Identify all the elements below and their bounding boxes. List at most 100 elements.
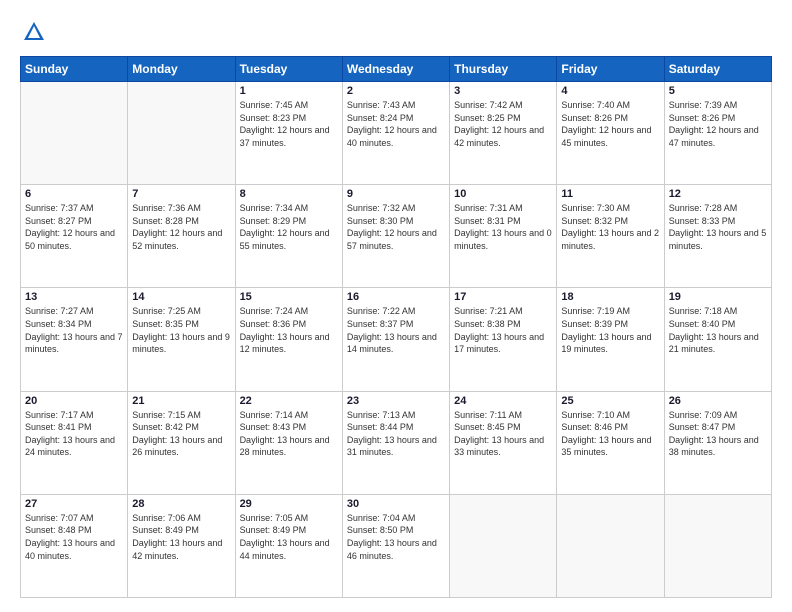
day-cell: 8Sunrise: 7:34 AM Sunset: 8:29 PM Daylig… (235, 185, 342, 288)
day-cell: 3 Sunrise: 7:42 AM Sunset: 8:25 PM Daylig… (450, 82, 557, 185)
day-cell: 20Sunrise: 7:17 AM Sunset: 8:41 PM Dayli… (21, 391, 128, 494)
day-number: 11 (561, 188, 659, 200)
day-cell: 19 Sunrise: 7:18 AM Sunset: 8:40 PM Dayli… (664, 288, 771, 391)
col-header-sunday: Sunday (21, 57, 128, 82)
day-cell: 16 Sunrise: 7:22 AM Sunset: 8:37 PM Dayli… (342, 288, 449, 391)
day-number: 23 (347, 395, 445, 407)
day-number: 24 (454, 395, 552, 407)
col-header-thursday: Thursday (450, 57, 557, 82)
day-info: Sunrise: 7:36 AM Sunset: 8:28 PM Dayligh… (132, 202, 230, 252)
day-number: 7 (132, 188, 230, 200)
day-number: 22 (240, 395, 338, 407)
day-cell: 25Sunrise: 7:10 AM Sunset: 8:46 PM Dayli… (557, 391, 664, 494)
logo-icon (20, 18, 48, 46)
day-cell: 1Sunrise: 7:45 AM Sunset: 8:23 PM Daylig… (235, 82, 342, 185)
header (20, 18, 772, 46)
day-number: 12 (669, 188, 767, 200)
day-info: Sunrise: 7:31 AM Sunset: 8:31 PM Dayligh… (454, 202, 552, 252)
day-cell: 11Sunrise: 7:30 AM Sunset: 8:32 PM Dayli… (557, 185, 664, 288)
week-row-2: 13 Sunrise: 7:27 AM Sunset: 8:34 PM Dayli… (21, 288, 772, 391)
day-number: 9 (347, 188, 445, 200)
day-number: 2 (347, 85, 445, 97)
day-number: 15 (240, 291, 338, 303)
day-info: Sunrise: 7:18 AM Sunset: 8:40 PM Dayligh… (669, 305, 767, 355)
day-cell: 13 Sunrise: 7:27 AM Sunset: 8:34 PM Dayli… (21, 288, 128, 391)
day-cell (557, 494, 664, 597)
day-info: Sunrise: 7:42 AM Sunset: 8:25 PM Dayligh… (454, 99, 552, 149)
day-cell (21, 82, 128, 185)
day-cell: 21 Sunrise: 7:15 AM Sunset: 8:42 PM Dayli… (128, 391, 235, 494)
day-cell: 26Sunrise: 7:09 AM Sunset: 8:47 PM Dayli… (664, 391, 771, 494)
day-cell: 28 Sunrise: 7:06 AM Sunset: 8:49 PM Dayli… (128, 494, 235, 597)
col-header-tuesday: Tuesday (235, 57, 342, 82)
page: SundayMondayTuesdayWednesdayThursdayFrid… (0, 0, 792, 612)
day-info: Sunrise: 7:14 AM Sunset: 8:43 PM Dayligh… (240, 409, 338, 459)
day-info: Sunrise: 7:06 AM Sunset: 8:49 PM Dayligh… (132, 512, 230, 562)
day-number: 21 (132, 395, 230, 407)
week-row-3: 20Sunrise: 7:17 AM Sunset: 8:41 PM Dayli… (21, 391, 772, 494)
day-cell: 29 Sunrise: 7:05 AM Sunset: 8:49 PM Dayli… (235, 494, 342, 597)
day-info: Sunrise: 7:39 AM Sunset: 8:26 PM Dayligh… (669, 99, 767, 149)
day-cell: 27 Sunrise: 7:07 AM Sunset: 8:48 PM Dayli… (21, 494, 128, 597)
day-info: Sunrise: 7:32 AM Sunset: 8:30 PM Dayligh… (347, 202, 445, 252)
day-cell: 30 Sunrise: 7:04 AM Sunset: 8:50 PM Dayli… (342, 494, 449, 597)
day-cell (450, 494, 557, 597)
col-header-wednesday: Wednesday (342, 57, 449, 82)
day-info: Sunrise: 7:21 AM Sunset: 8:38 PM Dayligh… (454, 305, 552, 355)
day-info: Sunrise: 7:07 AM Sunset: 8:48 PM Dayligh… (25, 512, 123, 562)
day-number: 29 (240, 498, 338, 510)
day-cell: 22 Sunrise: 7:14 AM Sunset: 8:43 PM Dayli… (235, 391, 342, 494)
day-info: Sunrise: 7:04 AM Sunset: 8:50 PM Dayligh… (347, 512, 445, 562)
week-row-4: 27 Sunrise: 7:07 AM Sunset: 8:48 PM Dayli… (21, 494, 772, 597)
day-info: Sunrise: 7:19 AM Sunset: 8:39 PM Dayligh… (561, 305, 659, 355)
day-cell (128, 82, 235, 185)
day-info: Sunrise: 7:28 AM Sunset: 8:33 PM Dayligh… (669, 202, 767, 252)
day-cell: 9 Sunrise: 7:32 AM Sunset: 8:30 PM Daylig… (342, 185, 449, 288)
day-number: 16 (347, 291, 445, 303)
day-number: 17 (454, 291, 552, 303)
day-number: 27 (25, 498, 123, 510)
day-cell: 14 Sunrise: 7:25 AM Sunset: 8:35 PM Dayli… (128, 288, 235, 391)
day-info: Sunrise: 7:05 AM Sunset: 8:49 PM Dayligh… (240, 512, 338, 562)
week-row-1: 6 Sunrise: 7:37 AM Sunset: 8:27 PM Daylig… (21, 185, 772, 288)
day-info: Sunrise: 7:09 AM Sunset: 8:47 PM Dayligh… (669, 409, 767, 459)
day-cell: 12 Sunrise: 7:28 AM Sunset: 8:33 PM Dayli… (664, 185, 771, 288)
day-number: 14 (132, 291, 230, 303)
col-header-monday: Monday (128, 57, 235, 82)
day-number: 1 (240, 85, 338, 97)
day-number: 4 (561, 85, 659, 97)
logo (20, 18, 52, 46)
day-info: Sunrise: 7:15 AM Sunset: 8:42 PM Dayligh… (132, 409, 230, 459)
day-cell: 23 Sunrise: 7:13 AM Sunset: 8:44 PM Dayli… (342, 391, 449, 494)
day-number: 25 (561, 395, 659, 407)
day-info: Sunrise: 7:13 AM Sunset: 8:44 PM Dayligh… (347, 409, 445, 459)
col-header-friday: Friday (557, 57, 664, 82)
day-info: Sunrise: 7:22 AM Sunset: 8:37 PM Dayligh… (347, 305, 445, 355)
day-number: 10 (454, 188, 552, 200)
day-info: Sunrise: 7:27 AM Sunset: 8:34 PM Dayligh… (25, 305, 123, 355)
day-info: Sunrise: 7:43 AM Sunset: 8:24 PM Dayligh… (347, 99, 445, 149)
week-row-0: 1Sunrise: 7:45 AM Sunset: 8:23 PM Daylig… (21, 82, 772, 185)
day-number: 8 (240, 188, 338, 200)
day-cell: 10 Sunrise: 7:31 AM Sunset: 8:31 PM Dayli… (450, 185, 557, 288)
col-header-saturday: Saturday (664, 57, 771, 82)
day-info: Sunrise: 7:37 AM Sunset: 8:27 PM Dayligh… (25, 202, 123, 252)
day-cell: 17 Sunrise: 7:21 AM Sunset: 8:38 PM Dayli… (450, 288, 557, 391)
day-cell (664, 494, 771, 597)
day-info: Sunrise: 7:40 AM Sunset: 8:26 PM Dayligh… (561, 99, 659, 149)
day-number: 13 (25, 291, 123, 303)
day-cell: 24 Sunrise: 7:11 AM Sunset: 8:45 PM Dayli… (450, 391, 557, 494)
day-number: 19 (669, 291, 767, 303)
day-number: 28 (132, 498, 230, 510)
day-info: Sunrise: 7:25 AM Sunset: 8:35 PM Dayligh… (132, 305, 230, 355)
day-info: Sunrise: 7:11 AM Sunset: 8:45 PM Dayligh… (454, 409, 552, 459)
day-number: 5 (669, 85, 767, 97)
day-number: 3 (454, 85, 552, 97)
day-cell: 15Sunrise: 7:24 AM Sunset: 8:36 PM Dayli… (235, 288, 342, 391)
day-cell: 6 Sunrise: 7:37 AM Sunset: 8:27 PM Daylig… (21, 185, 128, 288)
day-cell: 5 Sunrise: 7:39 AM Sunset: 8:26 PM Daylig… (664, 82, 771, 185)
day-info: Sunrise: 7:17 AM Sunset: 8:41 PM Dayligh… (25, 409, 123, 459)
day-number: 6 (25, 188, 123, 200)
day-number: 30 (347, 498, 445, 510)
day-cell: 2 Sunrise: 7:43 AM Sunset: 8:24 PM Daylig… (342, 82, 449, 185)
